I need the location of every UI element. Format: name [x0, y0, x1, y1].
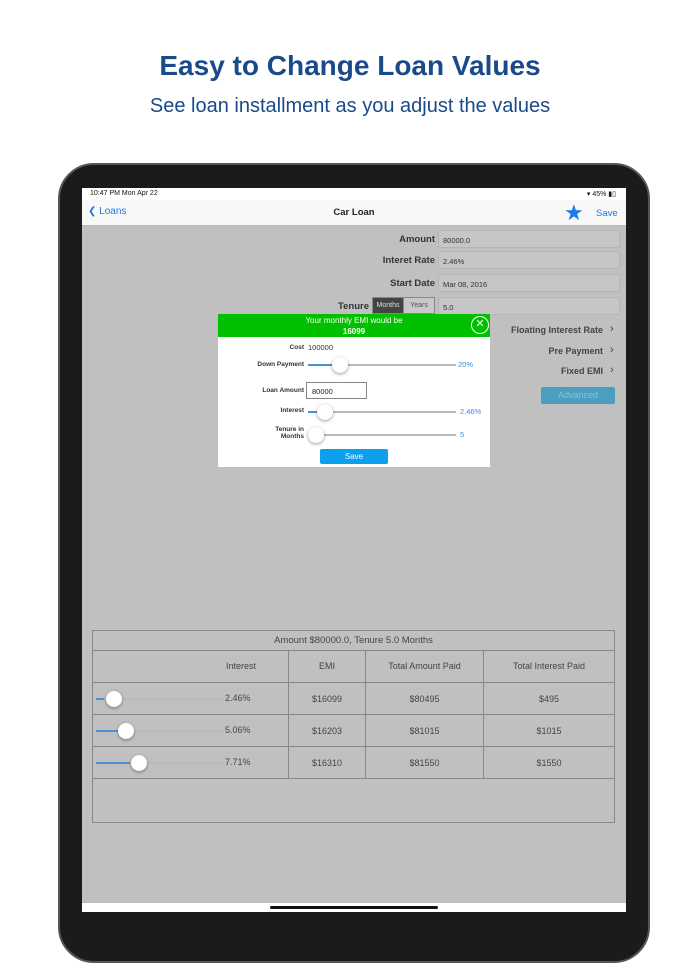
header-interest: Interest — [93, 651, 289, 683]
start-date-label: Start Date — [390, 278, 435, 289]
tenure-label: Tenure — [338, 301, 369, 312]
interest-value: 2.46% — [460, 407, 482, 416]
app-screen: 10:47 PM Mon Apr 22 ▾ 45% ▮▯ ❮ Loans Car… — [82, 188, 626, 912]
table-row-interest-cell: 7.71% — [93, 747, 289, 779]
slider-thumb[interactable] — [317, 404, 333, 420]
loan-amount-label: Loan Amount — [262, 387, 304, 394]
amount-field[interactable]: 80000.0 — [438, 230, 620, 248]
interest-label: Interest — [280, 407, 304, 414]
popup-header: Your monthly EMI would be 16099 ✕ — [218, 314, 490, 337]
chevron-right-icon: › — [610, 364, 614, 376]
table-cell: $80495 — [366, 683, 484, 715]
star-icon[interactable]: ★ — [564, 200, 584, 226]
table-cell: $16099 — [289, 683, 366, 715]
home-indicator[interactable] — [270, 906, 438, 909]
emi-value: 16099 — [342, 327, 366, 336]
table-cell: $16203 — [289, 715, 366, 747]
tenure-field[interactable]: 5.0 — [438, 297, 620, 315]
interest-value: 5.06% — [225, 725, 251, 735]
table-cell: $495 — [484, 683, 614, 715]
rate-field[interactable]: 2.46% — [438, 251, 620, 269]
segment-months[interactable]: Months — [372, 297, 404, 314]
advanced-button[interactable]: Advanced — [541, 387, 615, 404]
table-cell: $81550 — [366, 747, 484, 779]
down-payment-label: Down Payment — [257, 361, 304, 368]
tenure-value: 5 — [460, 430, 465, 439]
slider-thumb[interactable] — [118, 723, 134, 739]
loan-amount-input[interactable]: 80000 — [306, 382, 367, 399]
emi-popup: Your monthly EMI would be 16099 ✕ Cost 1… — [218, 314, 490, 467]
nav-save-button[interactable]: Save — [596, 208, 618, 219]
nav-title: Car Loan — [333, 207, 375, 218]
cost-label: Cost — [289, 344, 304, 351]
promo-subtitle: See loan installment as you adjust the v… — [149, 95, 551, 117]
amount-label: Amount — [399, 234, 435, 245]
down-payment-value: 20% — [458, 360, 474, 369]
tenure-months-label: Tenure in Months — [275, 426, 304, 440]
slider-thumb[interactable] — [332, 357, 348, 373]
emi-message: Your monthly EMI would be — [305, 316, 403, 325]
status-bar: 10:47 PM Mon Apr 22 ▾ 45% ▮▯ — [82, 188, 626, 200]
status-battery: ▾ 45% ▮▯ — [586, 191, 616, 198]
table-row-interest-cell: 5.06% — [93, 715, 289, 747]
interest-value: 7.71% — [225, 757, 251, 767]
rate-label: Interet Rate — [382, 255, 435, 266]
slider-thumb[interactable] — [131, 755, 147, 771]
nav-bar: ❮ Loans Car Loan ★ Save — [82, 200, 626, 226]
start-date-field[interactable]: Mar 08, 2016 — [438, 274, 620, 292]
cost-value: 100000 — [308, 343, 334, 352]
promo-title: Easy to Change Loan Values — [159, 50, 541, 81]
chevron-right-icon: › — [610, 323, 614, 335]
status-time: 10:47 PM Mon Apr 22 — [90, 190, 158, 197]
header-total-amount: Total Amount Paid — [366, 651, 484, 683]
header-emi: EMI — [289, 651, 366, 683]
header-total-interest: Total Interest Paid — [484, 651, 614, 683]
slider-thumb[interactable] — [308, 427, 324, 443]
table-cell: $1550 — [484, 747, 614, 779]
comparison-table: Amount $80000.0, Tenure 5.0 Months Inter… — [92, 630, 615, 823]
table-row-interest-cell: 2.46% — [93, 683, 289, 715]
table-cell: $16310 — [289, 747, 366, 779]
popup-save-button[interactable]: Save — [320, 449, 388, 464]
chevron-right-icon: › — [610, 344, 614, 356]
slider-thumb[interactable] — [106, 691, 122, 707]
close-icon[interactable]: ✕ — [471, 316, 489, 334]
table-cell: $81015 — [366, 715, 484, 747]
table-cell: $1015 — [484, 715, 614, 747]
interest-value: 2.46% — [225, 693, 251, 703]
segment-years[interactable]: Years — [403, 297, 435, 314]
table-title: Amount $80000.0, Tenure 5.0 Months — [93, 631, 614, 651]
